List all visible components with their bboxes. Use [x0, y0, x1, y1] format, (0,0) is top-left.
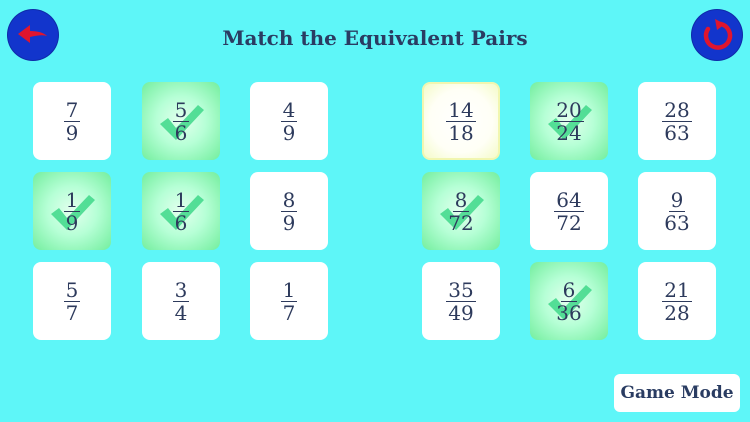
fraction-denominator: 7	[282, 300, 296, 325]
fraction-numerator: 35	[446, 277, 476, 302]
fraction-card-14-18[interactable]: 14 18	[422, 82, 500, 160]
fraction: 35 49	[446, 277, 476, 325]
fraction: 49	[280, 97, 298, 145]
fraction-numerator: 3	[172, 277, 190, 302]
fraction-numerator: 8	[452, 187, 470, 212]
fraction-numerator: 64	[554, 187, 584, 212]
fraction: 19	[63, 187, 81, 235]
fraction: 79	[63, 97, 81, 145]
fraction-card-3-4[interactable]: 34	[142, 262, 220, 340]
page-title: Match the Equivalent Pairs	[222, 26, 528, 50]
fraction-card-5-7[interactable]: 57	[33, 262, 111, 340]
fraction-denominator: 6	[174, 210, 188, 235]
fraction-denominator: 9	[282, 210, 296, 235]
fraction-denominator: 36	[556, 300, 582, 325]
fraction: 56	[172, 97, 190, 145]
fraction: 89	[280, 187, 298, 235]
fraction-denominator: 6	[174, 120, 188, 145]
fraction: 64 72	[554, 187, 584, 235]
fraction: 34	[172, 277, 190, 325]
fraction-card-64-72[interactable]: 64 72	[530, 172, 608, 250]
fraction-numerator: 28	[662, 97, 692, 122]
fraction-denominator: 18	[448, 120, 474, 145]
fraction-denominator: 28	[664, 300, 690, 325]
fraction-card-8-9[interactable]: 89	[250, 172, 328, 250]
fraction: 21 28	[662, 277, 692, 325]
fraction-card-7-9[interactable]: 79	[33, 82, 111, 160]
fraction-numerator: 14	[446, 97, 476, 122]
fraction-denominator: 9	[282, 120, 296, 145]
fraction-numerator: 1	[172, 187, 190, 212]
fraction: 6 36	[554, 279, 583, 324]
restart-button[interactable]	[692, 10, 742, 60]
fraction-card-28-63[interactable]: 28 63	[638, 82, 716, 160]
fraction: 16	[172, 187, 190, 235]
fraction-denominator: 7	[65, 300, 79, 325]
fraction-card-1-9[interactable]: 19	[33, 172, 111, 250]
fraction: 14 18	[446, 97, 476, 145]
fraction-card-21-28[interactable]: 21 28	[638, 262, 716, 340]
fraction-numerator: 9	[668, 187, 686, 212]
fraction: 17	[280, 277, 298, 325]
fraction-card-6-36[interactable]: 6 36	[530, 262, 608, 340]
fraction: 8 72	[446, 189, 475, 234]
restart-icon	[703, 19, 733, 50]
fraction-card-5-6[interactable]: 56	[142, 82, 220, 160]
fraction-denominator: 4	[174, 300, 188, 325]
fraction-card-1-6[interactable]: 16	[142, 172, 220, 250]
fraction: 20 24	[554, 97, 584, 145]
fraction-denominator: 9	[65, 120, 79, 145]
fraction-numerator: 7	[63, 97, 81, 122]
fraction-numerator: 20	[554, 97, 584, 122]
fraction-numerator: 5	[172, 97, 190, 122]
fraction-denominator: 63	[664, 120, 690, 145]
fraction-numerator: 6	[560, 277, 578, 302]
fraction-card-8-72[interactable]: 8 72	[422, 172, 500, 250]
fraction-card-20-24[interactable]: 20 24	[530, 82, 608, 160]
fraction-denominator: 63	[664, 210, 690, 235]
fraction-denominator: 9	[65, 210, 79, 235]
fraction-numerator: 1	[63, 187, 81, 212]
fraction-card-1-7[interactable]: 17	[250, 262, 328, 340]
fraction-denominator: 49	[448, 300, 474, 325]
fraction-numerator: 5	[63, 277, 81, 302]
fraction-card-9-63[interactable]: 9 63	[638, 172, 716, 250]
fraction: 28 63	[662, 97, 692, 145]
fraction-numerator: 8	[280, 187, 298, 212]
fraction: 9 63	[662, 189, 691, 234]
fraction-numerator: 1	[280, 277, 298, 302]
fraction-card-35-49[interactable]: 35 49	[422, 262, 500, 340]
fraction-denominator: 72	[556, 210, 582, 235]
fraction-denominator: 24	[556, 120, 582, 145]
fraction-card-4-9[interactable]: 49	[250, 82, 328, 160]
fraction-numerator: 4	[280, 97, 298, 122]
fraction-numerator: 21	[662, 277, 692, 302]
fraction: 57	[63, 277, 81, 325]
game-mode-button[interactable]: Game Mode	[614, 374, 740, 412]
fraction-denominator: 72	[448, 210, 474, 235]
